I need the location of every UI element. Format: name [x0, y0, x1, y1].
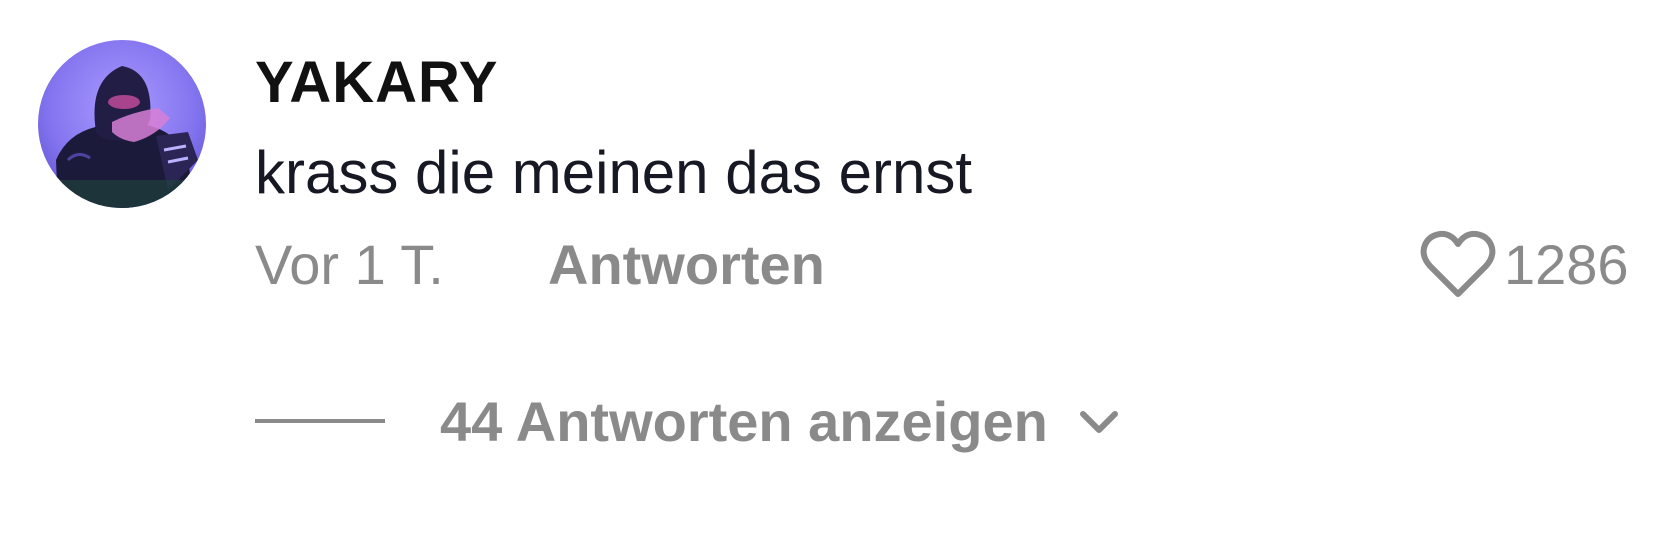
username[interactable]: YAKARY [255, 48, 498, 118]
heart-outline-icon [1420, 230, 1496, 297]
replies-divider [255, 419, 385, 423]
like-button[interactable]: 1286 [1420, 230, 1629, 300]
like-count: 1286 [1504, 233, 1629, 296]
view-replies-label: 44 Antworten anzeigen [440, 390, 1048, 453]
avatar-image [38, 40, 206, 208]
view-replies-button[interactable]: 44 Antworten anzeigen [440, 386, 1120, 458]
chevron-down-icon [1079, 411, 1118, 433]
reply-button[interactable]: Antworten [548, 232, 825, 298]
avatar[interactable] [38, 40, 206, 208]
comment-item: YAKARY krass die meinen das ernst Vor 1 … [0, 0, 1673, 549]
comment-timestamp: Vor 1 T. [255, 233, 444, 296]
comment-text: krass die meinen das ernst [255, 139, 973, 206]
